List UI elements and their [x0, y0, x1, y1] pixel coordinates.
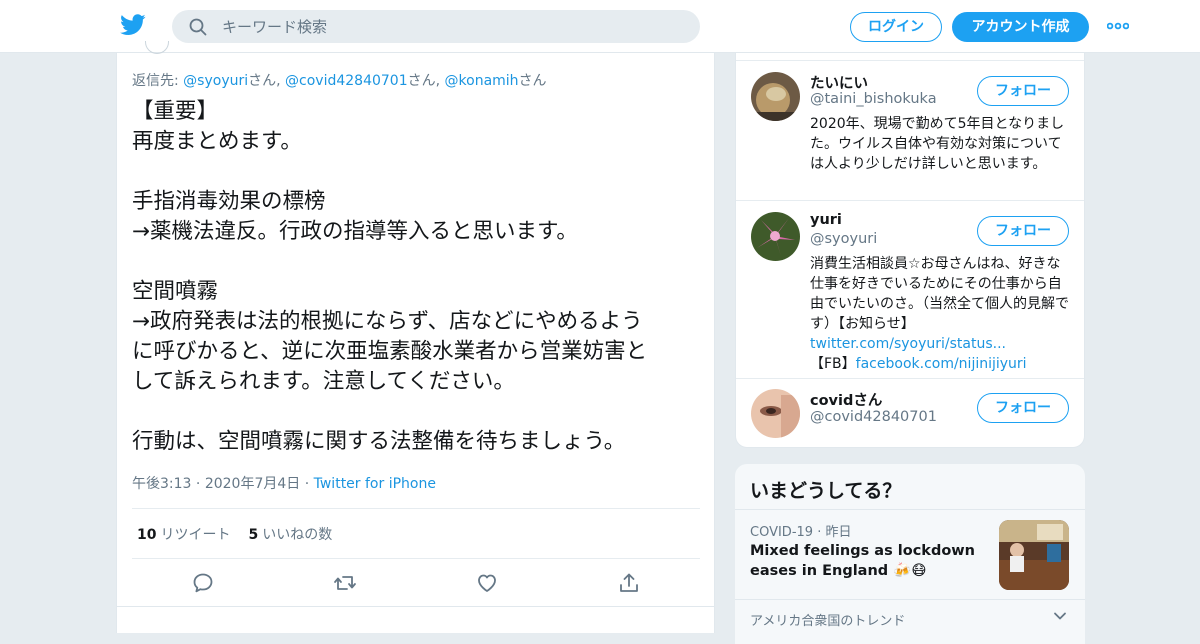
retweet-count: 10: [137, 527, 157, 543]
reply-icon[interactable]: [191, 571, 215, 595]
retweet-stat[interactable]: 10 リツイート: [137, 527, 230, 543]
mention-suffix: さん,: [248, 73, 286, 89]
chevron-down-icon[interactable]: [1053, 611, 1067, 621]
trend-category: COVID-19 · 昨日: [750, 525, 852, 540]
avatar[interactable]: [751, 72, 800, 121]
trend-thumbnail: [999, 520, 1069, 590]
follow-button[interactable]: フォロー: [977, 76, 1069, 106]
twitter-logo-icon[interactable]: [120, 14, 146, 36]
account-row: たいにい @taini_bishokuka 2020年、現場で勤めて5年目となり…: [736, 60, 1084, 200]
trends-card: いまどうしてる？ COVID-19 · 昨日 Mixed feelings as…: [735, 464, 1085, 644]
account-name[interactable]: yuri: [810, 212, 842, 228]
retweet-label: リツイート: [160, 527, 231, 543]
account-row: covidさん @covid42840701 フォロー: [736, 378, 1084, 448]
like-count: 5: [248, 527, 259, 543]
account-name[interactable]: たいにい: [810, 72, 868, 93]
search-box: [172, 10, 700, 43]
reply-to-line: 返信先: @syoyuriさん, @covid42840701さん, @kona…: [132, 70, 547, 90]
mention-link[interactable]: @syoyuri: [183, 73, 248, 89]
trends-title: いまどうしてる？: [750, 480, 902, 502]
divider: [132, 558, 700, 559]
account-handle[interactable]: @taini_bishokuka: [810, 91, 937, 107]
account-name[interactable]: covidさん: [810, 389, 882, 410]
trend-item[interactable]: COVID-19 · 昨日 Mixed feelings as lockdown…: [735, 509, 1085, 599]
tweet-source-link[interactable]: Twitter for iPhone: [314, 476, 436, 492]
avatar[interactable]: [751, 389, 800, 438]
like-label: いいねの数: [262, 527, 333, 543]
like-icon[interactable]: [475, 571, 499, 595]
trend-location-label: アメリカ合衆国のトレンド: [750, 614, 906, 629]
tweet-meta: 午後3:13 · 2020年7月4日 · Twitter for iPhone: [132, 476, 436, 492]
tweet-stats: 10 リツイート 5 いいねの数: [137, 524, 332, 544]
search-input[interactable]: [222, 10, 682, 43]
bio-link[interactable]: twitter.com/syoyuri/status...: [810, 336, 1006, 352]
trend-category-label: COVID-19: [750, 525, 814, 540]
trend-time: 昨日: [825, 525, 852, 540]
reply-prefix: 返信先:: [132, 73, 184, 89]
divider: [132, 508, 700, 509]
account-handle[interactable]: @covid42840701: [810, 409, 937, 425]
login-button[interactable]: ログイン: [850, 12, 942, 42]
search-icon: [189, 18, 207, 36]
bio-fb-prefix: 【FB】: [810, 356, 856, 372]
trend-headline: Mixed feelings as lockdown eases in Engl…: [750, 543, 976, 579]
account-handle[interactable]: @syoyuri: [810, 231, 877, 247]
mention-suffix: さん: [518, 73, 547, 89]
like-stat[interactable]: 5 いいねの数: [248, 527, 332, 543]
author-avatar[interactable]: [145, 41, 169, 54]
divider: [117, 606, 714, 607]
follow-button[interactable]: フォロー: [977, 216, 1069, 246]
divider: [735, 599, 1085, 600]
account-bio: 2020年、現場で勤めて5年目となりました。ウイルス自体や有効な対策については人…: [810, 116, 1065, 172]
mention-suffix: さん,: [407, 73, 445, 89]
bio-text: 消費生活相談員☆お母さんはね、好きな仕事を好きでいるためにその仕事から自由でいた…: [810, 256, 1069, 332]
mention-link[interactable]: @covid42840701: [285, 73, 408, 89]
tweet-date: 2020年7月4日: [204, 476, 301, 492]
signup-button[interactable]: アカウント作成: [952, 12, 1089, 42]
tweet-panel: 返信先: @syoyuriさん, @covid42840701さん, @kona…: [116, 41, 715, 633]
mention-link[interactable]: @konamih: [445, 73, 519, 89]
account-row: yuri @syoyuri 消費生活相談員☆お母さんはね、好きな仕事を好きでいる…: [736, 200, 1084, 378]
avatar[interactable]: [751, 212, 800, 261]
tweet-text: 【重要】 再度まとめます。 手指消毒効果の標榜 →薬機法違反。行政の指導等入ると…: [132, 99, 648, 454]
follow-button[interactable]: フォロー: [977, 393, 1069, 423]
more-options-icon[interactable]: [1107, 21, 1129, 31]
tweet-time: 午後3:13: [132, 476, 192, 492]
share-icon[interactable]: [617, 571, 641, 595]
retweet-icon[interactable]: [333, 571, 357, 595]
top-bar: ログイン アカウント作成: [0, 0, 1200, 53]
bio-link[interactable]: facebook.com/nijinijiyuri: [856, 356, 1027, 372]
account-bio: 消費生活相談員☆お母さんはね、好きな仕事を好きでいるためにその仕事から自由でいた…: [810, 254, 1072, 374]
who-to-follow-card: たいにい @taini_bishokuka 2020年、現場で勤めて5年目となり…: [735, 53, 1085, 448]
